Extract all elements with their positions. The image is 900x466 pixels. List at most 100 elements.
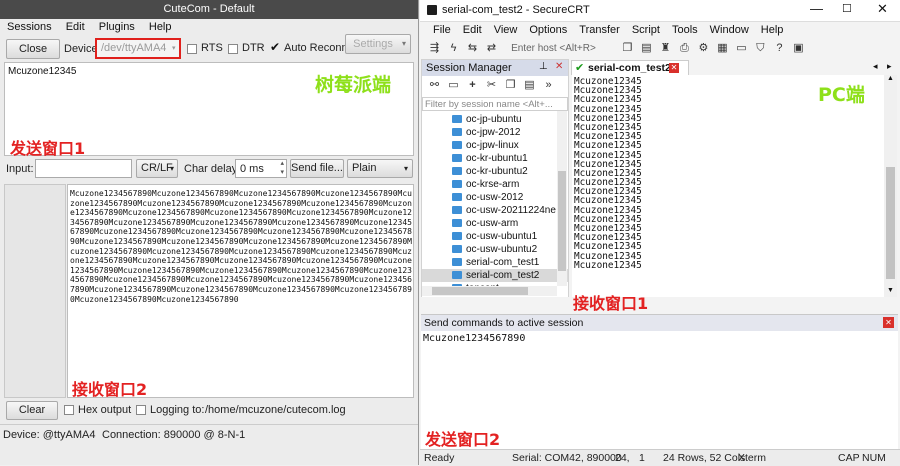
terminal-scrollbar[interactable]: ▲ ▼ bbox=[884, 75, 897, 297]
session-item[interactable]: serial-com_test1 bbox=[422, 256, 568, 269]
link-icon[interactable]: ⚯ bbox=[428, 79, 441, 92]
image-icon[interactable]: ▣ bbox=[792, 42, 805, 55]
status-col: 1 bbox=[639, 452, 645, 464]
close-command-window-icon[interactable]: ✕ bbox=[883, 317, 894, 328]
quick-connect-icon[interactable]: ϟ bbox=[447, 42, 460, 55]
more-icon[interactable]: » bbox=[542, 79, 555, 92]
session-filter-input[interactable]: Filter by session name <Alt+... bbox=[422, 97, 568, 111]
settings-button[interactable]: Settings ▾ bbox=[345, 34, 411, 54]
close-tab-icon[interactable]: ✕ bbox=[669, 63, 679, 73]
menu-help[interactable]: Help bbox=[761, 24, 784, 36]
help-icon[interactable]: ? bbox=[773, 42, 786, 55]
menu-help[interactable]: Help bbox=[149, 19, 172, 36]
format-select[interactable]: Plain ▾ bbox=[347, 159, 413, 178]
logging-label: Logging to: bbox=[150, 404, 205, 416]
history-panel[interactable] bbox=[4, 184, 66, 398]
securecrt-menu-bar: File Edit View Options Transfer Script Tools Wi… bbox=[433, 24, 795, 36]
command-text: Mcuzone1234567890 bbox=[423, 333, 526, 344]
session-item[interactable]: oc-usw-ubuntu1 bbox=[422, 230, 568, 243]
session-item[interactable]: oc-usw-arm bbox=[422, 217, 568, 230]
connect-icon[interactable]: ⇶ bbox=[428, 42, 441, 55]
copy-session-icon[interactable]: ❐ bbox=[504, 79, 517, 92]
session-item[interactable]: oc-jpw-linux bbox=[422, 139, 568, 152]
cut-icon[interactable]: ✂ bbox=[485, 79, 498, 92]
input-field[interactable] bbox=[35, 159, 132, 178]
disconnect-icon[interactable]: ⇄ bbox=[485, 42, 498, 55]
paste-icon[interactable]: ▤ bbox=[640, 42, 653, 55]
minimize-icon[interactable]: — bbox=[810, 1, 823, 16]
close-button[interactable]: Close bbox=[6, 39, 60, 59]
terminal-output[interactable]: Mcuzone12345 Mcuzone12345 Mcuzone12345 Mcuz… bbox=[572, 75, 884, 297]
sftp-icon[interactable]: ⛉ bbox=[754, 42, 767, 55]
monitor-icon bbox=[452, 245, 462, 253]
session-item-selected[interactable]: serial-com_test2 bbox=[422, 269, 568, 282]
check-icon[interactable]: ✔ bbox=[270, 40, 280, 54]
menu-script[interactable]: Script bbox=[632, 24, 660, 36]
menu-options[interactable]: Options bbox=[529, 24, 567, 36]
send-file-button[interactable]: Send file... bbox=[290, 159, 344, 178]
menu-window[interactable]: Window bbox=[710, 24, 749, 36]
menu-sessions[interactable]: Sessions bbox=[7, 19, 52, 36]
tab-scroll-left-icon[interactable]: ◂ bbox=[873, 61, 878, 72]
host-input[interactable]: Enter host <Alt+R> bbox=[511, 43, 596, 54]
add-session-icon[interactable]: + bbox=[466, 79, 479, 92]
spin-arrows-icon[interactable]: ▴ ▾ bbox=[280, 159, 284, 177]
session-item[interactable]: oc-jpw-2012 bbox=[422, 126, 568, 139]
menu-edit[interactable]: Edit bbox=[463, 24, 482, 36]
maximize-icon[interactable]: ☐ bbox=[842, 2, 852, 15]
tab-serial-com-test2[interactable]: ✔ serial-com_test2 ✕ bbox=[571, 60, 689, 75]
menu-plugins[interactable]: Plugins bbox=[99, 19, 135, 36]
scroll-down-icon[interactable]: ▼ bbox=[887, 287, 894, 294]
session-item[interactable]: oc-usw-ubuntu2 bbox=[422, 243, 568, 256]
menu-transfer[interactable]: Transfer bbox=[579, 24, 620, 36]
session-item[interactable]: oc-kr-ubuntu2 bbox=[422, 165, 568, 178]
session-item[interactable]: oc-krse-arm bbox=[422, 178, 568, 191]
menu-edit[interactable]: Edit bbox=[66, 19, 85, 36]
settings-label: Settings bbox=[353, 38, 393, 50]
device-select[interactable]: /dev/ttyAMA4 ▾ bbox=[95, 38, 181, 59]
annotation-receive-window-2: 接收窗口2 bbox=[72, 380, 148, 399]
find-icon[interactable]: ♜ bbox=[659, 42, 672, 55]
received-text-area[interactable]: Mcuzone1234567890Mcuzone1234567890Mcuzon… bbox=[67, 184, 414, 398]
char-delay-value: 0 ms bbox=[240, 163, 264, 175]
logging-checkbox[interactable] bbox=[136, 405, 146, 415]
menu-file[interactable]: File bbox=[433, 24, 451, 36]
line-ending-select[interactable]: CR/LF ▾ bbox=[136, 159, 178, 178]
print-icon[interactable]: ⎙ bbox=[678, 42, 691, 55]
rts-checkbox[interactable] bbox=[187, 44, 197, 54]
terminal-scrollbar-thumb[interactable] bbox=[886, 167, 895, 279]
close-icon[interactable]: ✕ bbox=[877, 1, 888, 17]
monitor-icon bbox=[452, 167, 462, 175]
connect-session-icon[interactable]: ▭ bbox=[447, 79, 460, 92]
hex-output-checkbox[interactable] bbox=[64, 405, 74, 415]
session-item[interactable]: oc-usw-2012 bbox=[422, 191, 568, 204]
dtr-checkbox[interactable] bbox=[228, 44, 238, 54]
annotation-send-window-2: 发送窗口2 bbox=[425, 430, 501, 449]
char-delay-spinbox[interactable]: 0 ms ▴ ▾ bbox=[235, 159, 287, 178]
menu-tools[interactable]: Tools bbox=[672, 24, 698, 36]
scroll-up-icon[interactable]: ▲ bbox=[887, 75, 894, 82]
status-device: Device: @ttyAMA4 bbox=[3, 429, 96, 441]
keymap-icon[interactable]: ▭ bbox=[735, 42, 748, 55]
tab-scroll-right-icon[interactable]: ▸ bbox=[887, 61, 892, 72]
session-scrollbar-thumb[interactable] bbox=[558, 171, 566, 271]
session-item[interactable]: oc-kr-ubuntu1 bbox=[422, 152, 568, 165]
session-scrollbar[interactable] bbox=[557, 111, 567, 286]
session-item[interactable]: oc-jp-ubuntu bbox=[422, 113, 568, 126]
clear-button[interactable]: Clear bbox=[6, 401, 58, 420]
settings-icon[interactable]: ⚙ bbox=[697, 42, 710, 55]
menu-view[interactable]: View bbox=[494, 24, 518, 36]
session-hscrollbar[interactable] bbox=[422, 286, 557, 296]
pin-icon[interactable]: ⊥ bbox=[539, 61, 548, 72]
chevron-down-icon: ▾ bbox=[403, 164, 408, 173]
paste-session-icon[interactable]: ▤ bbox=[523, 79, 536, 92]
session-options-icon[interactable]: ▦ bbox=[716, 42, 729, 55]
session-hscrollbar-thumb[interactable] bbox=[432, 287, 528, 295]
monitor-icon bbox=[452, 128, 462, 136]
session-item[interactable]: oc-usw-20211224ne bbox=[422, 204, 568, 217]
monitor-icon bbox=[452, 115, 462, 123]
tab-label: serial-com_test2 bbox=[588, 62, 671, 74]
close-panel-icon[interactable]: ✕ bbox=[555, 61, 563, 72]
reconnect-icon[interactable]: ⇆ bbox=[466, 42, 479, 55]
copy-icon[interactable]: ❐ bbox=[621, 42, 634, 55]
